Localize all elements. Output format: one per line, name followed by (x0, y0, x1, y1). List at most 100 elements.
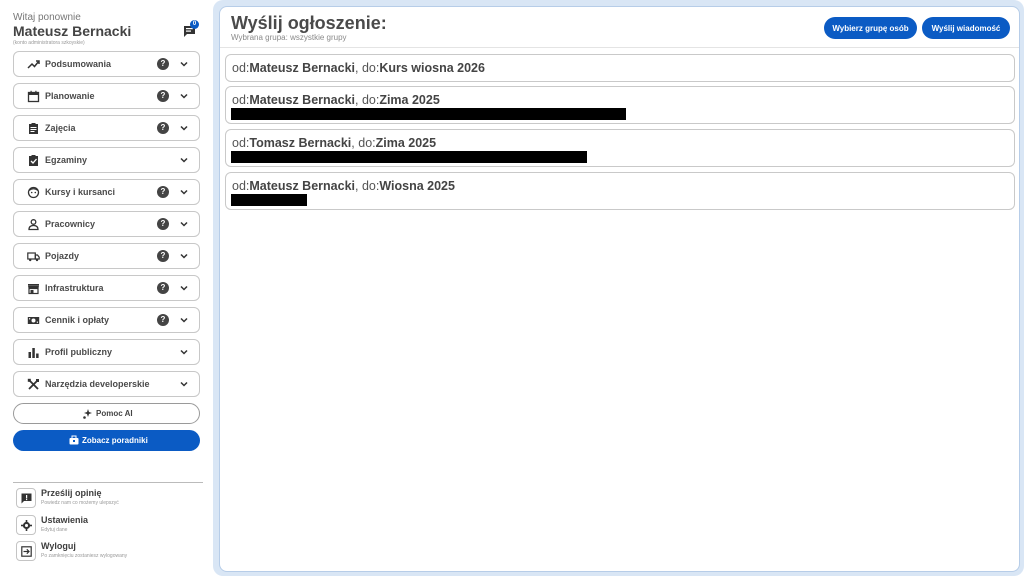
user-role: (konto administratora szkoyskie) (13, 40, 85, 46)
send-message-button[interactable]: Wyślij wiadomość (922, 17, 1010, 39)
feedback-item[interactable]: Prześlij opinię Powiedz nam co możemy ul… (16, 486, 201, 510)
logout-icon (16, 541, 36, 561)
message-header: od:Tomasz Bernacki, do:Zima 2025 (232, 136, 437, 150)
message-recipient: Zima 2025 (375, 136, 437, 150)
message-card[interactable]: od:Mateusz Bernacki, do:Kurs wiosna 2026 (225, 54, 1015, 82)
logout-subtitle: Po zamknięciu zostaniesz wylogowany (41, 553, 128, 559)
message-sender: Tomasz Bernacki (249, 136, 352, 150)
header-divider (220, 47, 1019, 48)
chevron-down-icon[interactable] (178, 314, 190, 326)
sidebar-item-infrastruktura[interactable]: Infrastruktura ? (13, 275, 200, 301)
help-icon[interactable]: ? (157, 186, 169, 198)
select-group-button[interactable]: Wybierz grupę osób (824, 17, 917, 39)
message-recipient: Wiosna 2025 (379, 179, 455, 193)
sidebar-item-egzaminy[interactable]: Egzaminy (13, 147, 200, 173)
person-icon (28, 219, 39, 231)
sidebar: Witaj ponownie Mateusz Bernacki (konto a… (0, 0, 210, 576)
logout-item[interactable]: Wyloguj Po zamknięciu zostaniesz wylogow… (16, 539, 201, 563)
redacted-message-body (231, 151, 587, 163)
clipboard-check-icon (29, 155, 38, 166)
chevron-down-icon[interactable] (178, 186, 190, 198)
sidebar-item-label: Pracownicy (45, 219, 96, 229)
settings-title: Ustawienia (41, 515, 89, 525)
help-icon[interactable]: ? (157, 282, 169, 294)
message-sender: Mateusz Bernacki (249, 61, 355, 75)
tools-icon (27, 378, 39, 390)
help-icon[interactable]: ? (157, 90, 169, 102)
sparkle-icon (83, 409, 92, 419)
gear-icon (16, 515, 36, 535)
ai-help-button[interactable]: Pomoc AI (13, 403, 200, 424)
sidebar-item-label: Kursy i kursanci (45, 187, 116, 197)
sidebar-item-label: Pojazdy (45, 251, 80, 261)
sidebar-item-pojazdy[interactable]: Pojazdy ? (13, 243, 200, 269)
clipboard-icon (29, 123, 38, 134)
chevron-down-icon[interactable] (178, 378, 190, 390)
message-card[interactable]: od:Mateusz Bernacki, do:Wiosna 2025 (225, 172, 1015, 210)
sidebar-item-label: Zajęcia (45, 123, 76, 133)
feedback-icon (16, 488, 36, 508)
money-icon (27, 317, 40, 324)
store-icon (28, 284, 39, 295)
redacted-message-body (231, 194, 307, 206)
ai-help-label: Pomoc AI (96, 409, 133, 418)
sidebar-item-narzedzia[interactable]: Narzędzia developerskie (13, 371, 200, 397)
chevron-down-icon[interactable] (178, 218, 190, 230)
settings-item[interactable]: Ustawienia Edytuj dane (16, 513, 201, 537)
help-icon[interactable]: ? (157, 250, 169, 262)
chevron-down-icon[interactable] (178, 250, 190, 262)
sidebar-menu: Podsumowania ? Planowanie ? Zajęcia ? Eg… (13, 51, 200, 403)
chevron-down-icon[interactable] (178, 154, 190, 166)
page-title: Wyślij ogłoszenie: (231, 13, 387, 33)
sidebar-item-planowanie[interactable]: Planowanie ? (13, 83, 200, 109)
help-icon[interactable]: ? (157, 122, 169, 134)
sidebar-item-zajecia[interactable]: Zajęcia ? (13, 115, 200, 141)
settings-subtitle: Edytuj dane (41, 527, 68, 533)
sidebar-item-label: Cennik i opłaty (45, 315, 110, 325)
greeting-text: Witaj ponownie (13, 12, 81, 23)
sidebar-item-podsumowania[interactable]: Podsumowania ? (13, 51, 200, 77)
sidebar-item-profil[interactable]: Profil publiczny (13, 339, 200, 365)
message-card[interactable]: od:Mateusz Bernacki, do:Zima 2025 (225, 86, 1015, 124)
sidebar-item-kursy[interactable]: Kursy i kursanci ? (13, 179, 200, 205)
help-icon[interactable]: ? (157, 218, 169, 230)
main-panel: Wyślij ogłoszenie: Wybrana grupa: wszyst… (219, 6, 1020, 572)
selected-group-text: Wybrana grupa: wszystkie grupy (231, 33, 347, 42)
bar-chart-icon (28, 348, 39, 358)
help-icon[interactable]: ? (157, 58, 169, 70)
feedback-subtitle: Powiedz nam co możemy ulepszyć (41, 500, 119, 506)
chevron-down-icon[interactable] (178, 282, 190, 294)
sidebar-item-label: Profil publiczny (45, 347, 113, 357)
toolbox-icon (69, 435, 79, 445)
user-name: Mateusz Bernacki (13, 23, 132, 39)
messages-badge: 0 (190, 20, 199, 29)
guides-button[interactable]: Zobacz poradniki (13, 430, 200, 451)
sidebar-item-label: Narzędzia developerskie (45, 379, 150, 389)
redacted-message-body (231, 108, 626, 120)
sidebar-item-label: Podsumowania (45, 59, 112, 69)
chevron-down-icon[interactable] (178, 90, 190, 102)
sidebar-item-pracownicy[interactable]: Pracownicy ? (13, 211, 200, 237)
guides-label: Zobacz poradniki (82, 436, 148, 445)
chevron-down-icon[interactable] (178, 122, 190, 134)
feedback-title: Prześlij opinię (41, 488, 102, 498)
message-sender: Mateusz Bernacki (249, 93, 355, 107)
sidebar-item-cennik[interactable]: Cennik i opłaty ? (13, 307, 200, 333)
help-icon[interactable]: ? (157, 314, 169, 326)
face-icon (27, 186, 40, 199)
message-header: od:Mateusz Bernacki, do:Zima 2025 (232, 93, 440, 107)
message-header: od:Mateusz Bernacki, do:Kurs wiosna 2026 (232, 61, 485, 75)
message-recipient: Zima 2025 (379, 93, 440, 107)
trending-up-icon (27, 60, 40, 69)
message-header: od:Mateusz Bernacki, do:Wiosna 2025 (232, 179, 455, 193)
logout-title: Wyloguj (41, 541, 76, 551)
truck-icon (27, 252, 40, 262)
message-sender: Mateusz Bernacki (249, 179, 355, 193)
message-card[interactable]: od:Tomasz Bernacki, do:Zima 2025 (225, 129, 1015, 167)
chevron-down-icon[interactable] (178, 58, 190, 70)
sidebar-item-label: Planowanie (45, 91, 95, 101)
sidebar-item-label: Egzaminy (45, 155, 88, 165)
sidebar-divider (13, 482, 203, 483)
calendar-icon (27, 90, 40, 103)
chevron-down-icon[interactable] (178, 346, 190, 358)
